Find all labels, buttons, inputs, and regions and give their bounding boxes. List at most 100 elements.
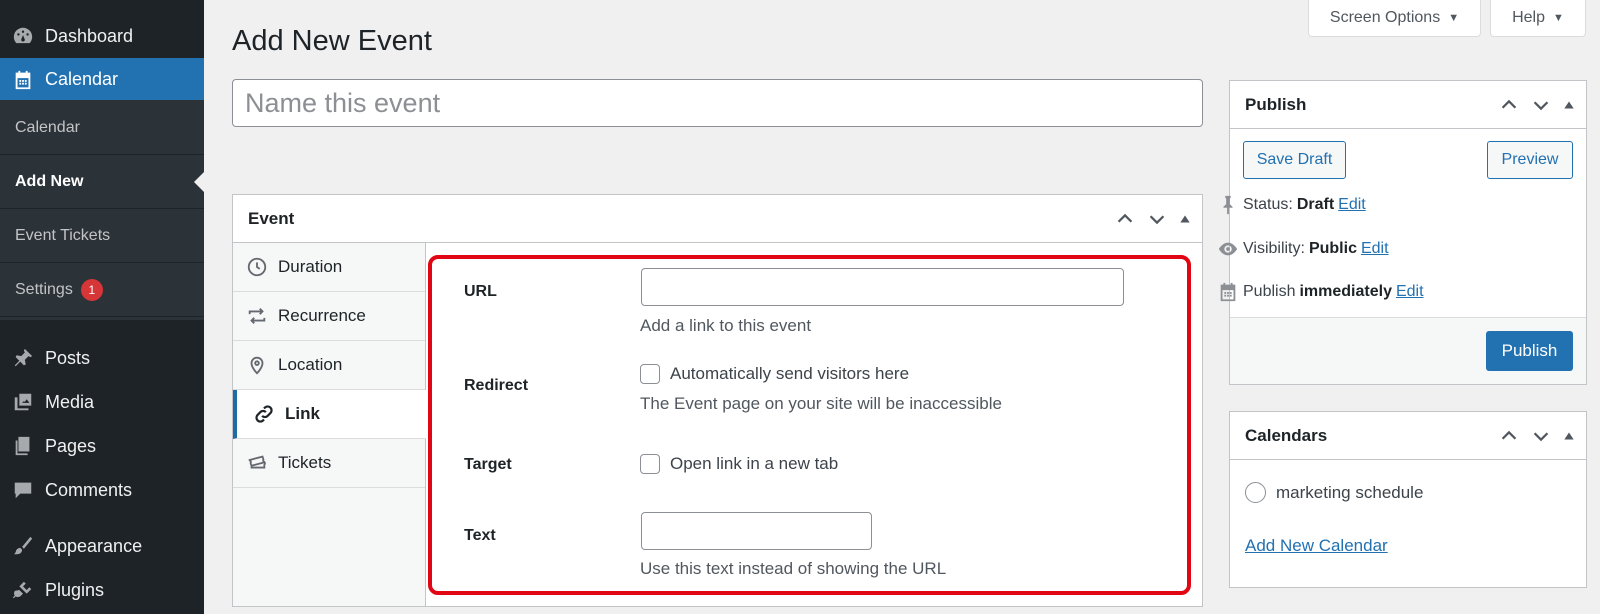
page-title: Add New Event bbox=[232, 25, 432, 57]
move-down-icon[interactable] bbox=[1530, 94, 1552, 116]
calendar-submenu: Calendar Add New Event Tickets Settings … bbox=[0, 100, 204, 320]
tab-recurrence[interactable]: Recurrence bbox=[233, 292, 425, 341]
menu-label: Pages bbox=[45, 435, 97, 456]
edit-status-link[interactable]: Edit bbox=[1338, 196, 1366, 214]
pin-icon bbox=[1217, 194, 1239, 216]
submenu-label: Settings bbox=[15, 280, 73, 298]
tab-link[interactable]: Link bbox=[233, 390, 426, 439]
menu-media[interactable]: Media bbox=[0, 380, 204, 424]
redirect-help: The Event page on your site will be inac… bbox=[640, 394, 1002, 413]
move-up-icon[interactable] bbox=[1114, 208, 1136, 230]
text-label: Text bbox=[464, 527, 496, 544]
checkbox-box[interactable] bbox=[640, 364, 660, 384]
move-down-icon[interactable] bbox=[1146, 208, 1168, 230]
menu-label: Media bbox=[45, 391, 95, 412]
redirect-checkbox[interactable]: Automatically send visitors here bbox=[640, 364, 909, 384]
checkbox-box[interactable] bbox=[640, 454, 660, 474]
screen-options-button[interactable]: Screen Options ▼ bbox=[1308, 0, 1481, 37]
event-box-title: Event bbox=[248, 208, 295, 228]
eye-icon bbox=[1217, 238, 1239, 260]
preview-button[interactable]: Preview bbox=[1487, 141, 1573, 179]
redirect-label: Redirect bbox=[464, 377, 529, 394]
menu-label: Dashboard bbox=[45, 25, 134, 46]
save-draft-button[interactable]: Save Draft bbox=[1243, 141, 1346, 179]
url-input[interactable] bbox=[641, 268, 1124, 306]
url-help: Add a link to this event bbox=[640, 316, 812, 335]
menu-pages[interactable]: Pages bbox=[0, 424, 204, 468]
publish-button[interactable]: Publish bbox=[1486, 331, 1573, 371]
schedule-row: Publish immediately Edit bbox=[1220, 282, 1424, 302]
menu-label: Appearance bbox=[45, 535, 143, 556]
target-checkbox[interactable]: Open link in a new tab bbox=[640, 454, 838, 474]
edit-schedule-link[interactable]: Edit bbox=[1396, 283, 1424, 301]
media-icon bbox=[11, 390, 35, 414]
link-text-input[interactable] bbox=[641, 512, 872, 550]
menu-plugins[interactable]: Plugins bbox=[0, 568, 204, 612]
edit-visibility-link[interactable]: Edit bbox=[1361, 240, 1389, 258]
tickets-icon bbox=[246, 452, 268, 474]
notification-badge: 1 bbox=[80, 278, 103, 301]
submenu-calendar[interactable]: Calendar bbox=[0, 101, 204, 155]
event-tabs: Duration Recurrence Location Link Ticket… bbox=[233, 243, 426, 606]
collapse-icon[interactable] bbox=[1562, 429, 1576, 443]
menu-appearance[interactable]: Appearance bbox=[0, 524, 204, 568]
calendar-option[interactable]: marketing schedule bbox=[1245, 482, 1423, 503]
clock-icon bbox=[246, 256, 268, 278]
checkbox-label: Open link in a new tab bbox=[670, 454, 839, 473]
publish-box-title: Publish bbox=[1245, 94, 1307, 114]
tab-tickets[interactable]: Tickets bbox=[233, 439, 425, 488]
calendar-icon bbox=[11, 68, 35, 92]
move-down-icon[interactable] bbox=[1530, 425, 1552, 447]
pin-icon bbox=[11, 346, 35, 370]
calendar-option-label: marketing schedule bbox=[1276, 482, 1424, 502]
schedule-value: immediately bbox=[1299, 283, 1392, 300]
tab-label: Location bbox=[278, 355, 343, 374]
text-help: Use this text instead of showing the URL bbox=[640, 559, 947, 578]
tab-duration[interactable]: Duration bbox=[233, 243, 425, 292]
url-label: URL bbox=[464, 283, 497, 300]
menu-label: Calendar bbox=[45, 69, 119, 89]
postbox-controls bbox=[1114, 195, 1192, 243]
postbox-controls bbox=[1498, 81, 1576, 129]
publish-box-header: Publish bbox=[1230, 81, 1586, 129]
menu-comments[interactable]: Comments bbox=[0, 468, 204, 512]
collapse-icon[interactable] bbox=[1562, 98, 1576, 112]
event-title-input[interactable]: Name this event bbox=[232, 79, 1203, 127]
visibility-row: Visibility: Public Edit bbox=[1218, 240, 1389, 258]
admin-sidebar: Dashboard Calendar Calendar Add New Even… bbox=[0, 0, 204, 614]
collapse-icon[interactable] bbox=[1178, 212, 1192, 226]
menu-label: Plugins bbox=[45, 579, 105, 600]
menu-label: Posts bbox=[45, 347, 91, 368]
menu-posts[interactable]: Posts bbox=[0, 336, 204, 380]
calendars-box-title: Calendars bbox=[1245, 425, 1328, 445]
move-up-icon[interactable] bbox=[1498, 94, 1520, 116]
add-new-calendar-link[interactable]: Add New Calendar bbox=[1245, 536, 1388, 556]
submenu-settings[interactable]: Settings 1 bbox=[0, 263, 204, 317]
caret-down-icon: ▼ bbox=[1448, 12, 1460, 24]
link-icon bbox=[253, 403, 275, 425]
tab-label: Link bbox=[285, 404, 320, 423]
repeat-icon bbox=[246, 305, 268, 327]
help-label: Help bbox=[1512, 9, 1545, 26]
visibility-label: Visibility: bbox=[1243, 240, 1305, 257]
brush-icon bbox=[11, 534, 35, 558]
postbox-controls bbox=[1498, 412, 1576, 460]
calendar-icon bbox=[1217, 281, 1239, 303]
submenu-add-new[interactable]: Add New bbox=[0, 155, 204, 209]
caret-down-icon: ▼ bbox=[1553, 12, 1564, 24]
target-label: Target bbox=[464, 456, 512, 473]
comment-icon bbox=[11, 478, 35, 502]
move-up-icon[interactable] bbox=[1498, 425, 1520, 447]
submenu-event-tickets[interactable]: Event Tickets bbox=[0, 209, 204, 263]
schedule-label: Publish bbox=[1243, 283, 1296, 300]
menu-label: Comments bbox=[45, 479, 133, 500]
tab-label: Tickets bbox=[278, 453, 332, 472]
menu-dashboard[interactable]: Dashboard bbox=[0, 14, 204, 58]
plugin-icon bbox=[11, 578, 35, 602]
tab-label: Duration bbox=[278, 257, 343, 276]
menu-calendar[interactable]: Calendar bbox=[0, 58, 204, 101]
status-row: Status: Draft Edit bbox=[1223, 195, 1366, 215]
radio-button[interactable] bbox=[1245, 482, 1266, 503]
help-button[interactable]: Help ▼ bbox=[1490, 0, 1586, 37]
tab-location[interactable]: Location bbox=[233, 341, 425, 390]
